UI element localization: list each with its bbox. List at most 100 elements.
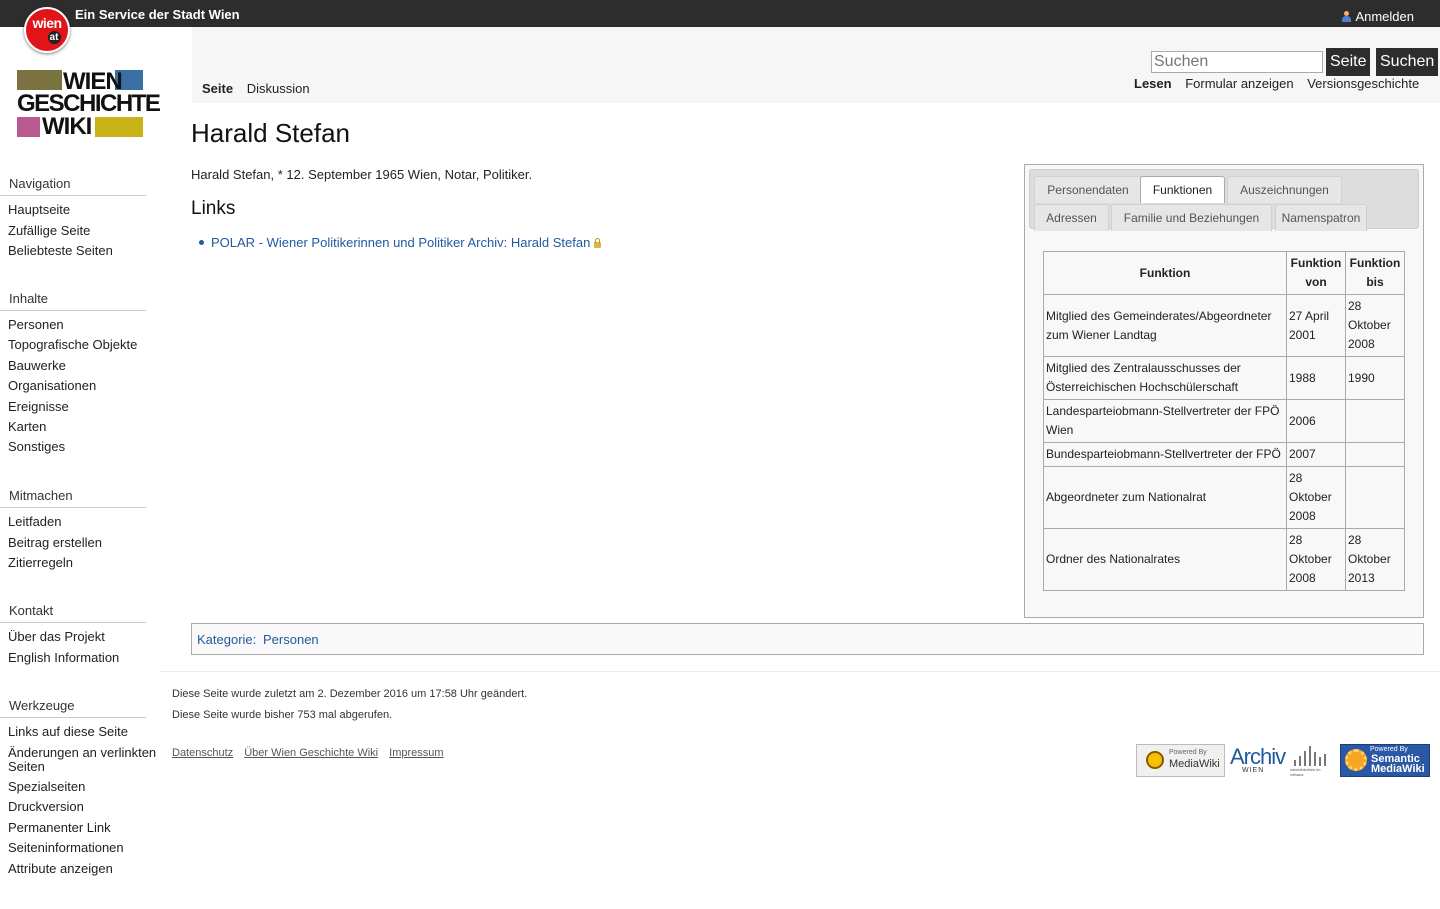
infobox-tab-auszeichnungen[interactable]: Auszeichnungen (1227, 176, 1342, 203)
sidebar-item-permanenter-link[interactable]: Permanenter Link (8, 820, 111, 835)
portal-heading: Werkzeuge (0, 694, 146, 718)
wbr-text: wienbibliothek im rathaus (1290, 767, 1321, 777)
sidebar-item-ueber-das-projekt[interactable]: Über das Projekt (8, 629, 105, 644)
login-link[interactable]: Anmelden (1342, 9, 1414, 24)
table-row: Landesparteiobmann-Stellvertreter der FP… (1043, 399, 1405, 443)
sidebar-item-ereignisse[interactable]: Ereignisse (8, 399, 69, 414)
sidebar-item-english-information[interactable]: English Information (8, 650, 119, 665)
archiv-wien-logo[interactable]: Archiv WIEN (1230, 744, 1286, 775)
tab-seite[interactable]: Seite (202, 81, 233, 96)
table-header-row: Funktion Funktion von Funktion bis (1043, 251, 1405, 295)
wbr-bar (1309, 746, 1311, 766)
sidebar-item-beitrag-erstellen[interactable]: Beitrag erstellen (8, 535, 102, 550)
smw-text: Semantic MediaWiki (1371, 754, 1425, 775)
sidebar-item-beliebteste-seiten[interactable]: Beliebteste Seiten (8, 243, 113, 258)
mediawiki-sunflower-icon (1146, 751, 1164, 769)
powered-by-mediawiki-badge[interactable]: Powered By MediaWiki (1136, 744, 1225, 777)
table-cell (1345, 399, 1405, 443)
portal-mitmachen: Mitmachen Leitfaden Beitrag erstellen Zi… (0, 484, 160, 577)
category-label-link[interactable]: Kategorie: (197, 632, 256, 647)
footer-links: Datenschutz Über Wien Geschichte Wiki Im… (172, 747, 452, 759)
sidebar-item-attribute-anzeigen[interactable]: Attribute anzeigen (8, 861, 113, 876)
portal-heading: Inhalte (0, 287, 146, 311)
tab-lesen[interactable]: Lesen (1134, 76, 1172, 91)
lock-icon (594, 238, 602, 248)
infobox-tab-funktionen[interactable]: Funktionen (1140, 176, 1225, 203)
search-input[interactable] (1151, 51, 1323, 73)
logo-block-olive (17, 70, 62, 90)
sidebar-item-sonstiges[interactable]: Sonstiges (8, 439, 65, 454)
infobox-tab-adressen[interactable]: Adressen (1034, 204, 1109, 231)
sidebar-item-karten[interactable]: Karten (8, 419, 46, 434)
sidebar-item-hauptseite[interactable]: Hauptseite (8, 202, 70, 217)
table-cell: Mitglied des Zentralausschusses der Öste… (1043, 356, 1287, 400)
category-box: Kategorie: Personen (191, 623, 1424, 655)
wien-at-logo-text: wien (32, 15, 62, 31)
wienbibliothek-logo[interactable]: wienbibliothek im rathaus (1290, 744, 1334, 777)
footer-divider (160, 671, 1440, 672)
funktionen-table: Funktion Funktion von Funktion bis Mitgl… (1043, 251, 1405, 591)
sidebar-item-personen[interactable]: Personen (8, 317, 64, 332)
user-icon (1342, 11, 1352, 22)
login-label: Anmelden (1355, 9, 1414, 24)
tab-formular-anzeigen[interactable]: Formular anzeigen (1185, 76, 1293, 91)
tab-diskussion[interactable]: Diskussion (247, 81, 310, 96)
footer-lastmod: Diese Seite wurde zuletzt am 2. Dezember… (172, 688, 528, 700)
portal-kontakt: Kontakt Über das Projekt English Informa… (0, 599, 160, 671)
sidebar-item-links-auf-diese-seite[interactable]: Links auf diese Seite (8, 724, 128, 739)
namespace-tabs: Seite Diskussion (202, 81, 320, 96)
powered-by-semantic-mediawiki-badge[interactable]: Powered By Semantic MediaWiki (1340, 744, 1430, 777)
sidebar-item-leitfaden[interactable]: Leitfaden (8, 514, 62, 529)
bullet-icon (199, 240, 204, 245)
table-cell: 27 April 2001 (1286, 294, 1346, 357)
portal-heading: Mitmachen (0, 484, 146, 508)
table-cell: 28 Oktober 2008 (1286, 466, 1346, 529)
view-tabs: Lesen Formular anzeigen Versionsgeschich… (1134, 76, 1429, 91)
infobox-tab-personendaten[interactable]: Personendaten (1034, 176, 1142, 203)
table-cell: 2006 (1286, 399, 1346, 443)
sidebar-item-topografische-objekte[interactable]: Topografische Objekte (8, 337, 137, 352)
infobox-tab-namenspatron[interactable]: Namenspatron (1275, 204, 1367, 231)
polar-link[interactable]: POLAR - Wiener Politikerinnen und Politi… (211, 235, 590, 250)
table-row: Ordner des Nationalrates 28 Oktober 2008… (1043, 528, 1405, 591)
logo-block-yellow (95, 117, 143, 137)
go-button[interactable]: Seite (1326, 48, 1371, 76)
infobox-tab-familie[interactable]: Familie und Beziehungen (1111, 204, 1272, 231)
sidebar-item-druckversion[interactable]: Druckversion (8, 799, 84, 814)
sidebar-item-spezialseiten[interactable]: Spezialseiten (8, 779, 85, 794)
col-header: Funktion von (1286, 251, 1346, 295)
table-cell (1345, 466, 1405, 529)
search-button[interactable]: Suchen (1376, 48, 1439, 76)
footer-link-datenschutz[interactable]: Datenschutz (172, 747, 233, 759)
portal-heading: Navigation (0, 172, 146, 196)
sidebar-item-zufaellige-seite[interactable]: Zufällige Seite (8, 223, 90, 238)
tab-versionsgeschichte[interactable]: Versionsgeschichte (1307, 76, 1419, 91)
portal-navigation: Navigation Hauptseite Zufällige Seite Be… (0, 172, 160, 265)
col-header: Funktion bis (1345, 251, 1405, 295)
category-personen-link[interactable]: Personen (263, 632, 319, 647)
table-cell: 28 Oktober 2013 (1345, 528, 1405, 591)
wien-at-logo[interactable]: wien at (24, 7, 70, 53)
footer-link-ueber[interactable]: Über Wien Geschichte Wiki (244, 747, 378, 759)
badge-small-text: Powered By (1370, 746, 1408, 753)
table-row: Mitglied des Zentralausschusses der Öste… (1043, 356, 1405, 400)
wbr-bar (1314, 752, 1316, 766)
badge-small-text: Powered By (1169, 749, 1207, 756)
table-cell: Landesparteiobmann-Stellvertreter der FP… (1043, 399, 1287, 443)
infobox: Personendaten Funktionen Auszeichnungen … (1024, 164, 1424, 618)
sidebar-item-organisationen[interactable]: Organisationen (8, 378, 96, 393)
table-cell: Abgeordneter zum Nationalrat (1043, 466, 1287, 529)
infobox-tabbar: Personendaten Funktionen Auszeichnungen … (1029, 169, 1419, 231)
table-cell: 1988 (1286, 356, 1346, 400)
table-cell: 28 Oktober 2008 (1286, 528, 1346, 591)
sidebar-item-aenderungen[interactable]: Änderungen an verlinkten Seiten (8, 745, 156, 774)
table-row: Abgeordneter zum Nationalrat 28 Oktober … (1043, 466, 1405, 529)
footer-link-impressum[interactable]: Impressum (389, 747, 443, 759)
top-bar: Ein Service der Stadt Wien Anmelden (0, 0, 1440, 27)
wien-geschichte-wiki-logo[interactable]: WIEN GESCHICHTE WIKI (17, 68, 161, 140)
sidebar-item-bauwerke[interactable]: Bauwerke (8, 358, 66, 373)
archiv-subtext: WIEN (1242, 767, 1265, 774)
logo-block-pink (17, 117, 40, 137)
sidebar-item-zitierregeln[interactable]: Zitierregeln (8, 555, 73, 570)
sidebar-item-seiteninformationen[interactable]: Seiteninformationen (8, 840, 124, 855)
